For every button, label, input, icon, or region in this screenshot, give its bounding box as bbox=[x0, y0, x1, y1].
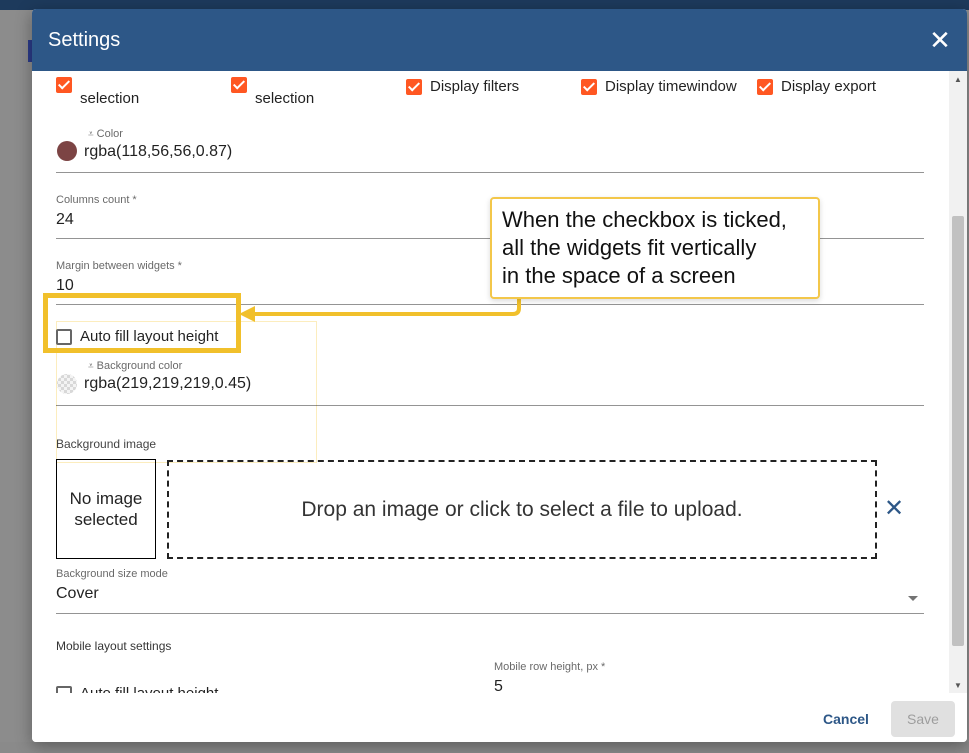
mobile-row-height-label: Mobile row height, px * bbox=[494, 661, 606, 673]
color-swatch[interactable] bbox=[57, 141, 77, 161]
scroll-down-icon[interactable]: ▼ bbox=[954, 681, 962, 690]
scrollbar-thumb[interactable] bbox=[952, 216, 964, 646]
display-filters-option[interactable]: Display filters bbox=[406, 76, 519, 98]
display-export-option[interactable]: Display export bbox=[757, 76, 876, 98]
display-timewindow-option[interactable]: Display timewindow bbox=[581, 76, 737, 98]
callout-line-1: When the checkbox is ticked, bbox=[502, 207, 787, 232]
chevron-down-icon[interactable] bbox=[908, 596, 918, 601]
auto-fill-layout-height-option[interactable]: Auto fill layout height bbox=[56, 326, 218, 348]
display-option-label: selection bbox=[255, 90, 315, 107]
background-image-label: Background image bbox=[56, 437, 157, 451]
display-option-label: selection bbox=[80, 90, 140, 107]
background-size-mode-select[interactable]: Background size mode Cover bbox=[56, 568, 924, 614]
display-filters-label: Display filters bbox=[430, 78, 520, 95]
checkbox-checked-icon[interactable] bbox=[231, 77, 247, 93]
checkbox-checked-icon[interactable] bbox=[757, 79, 773, 95]
clear-image-icon[interactable]: ✕ bbox=[884, 496, 904, 522]
checkbox-checked-icon[interactable] bbox=[581, 79, 597, 95]
no-image-preview: No image selected bbox=[56, 459, 156, 559]
tour-callout: When the checkbox is ticked, all the wid… bbox=[490, 197, 820, 299]
background-color-field[interactable]: ⩡ Background color rgba(219,219,219,0.45) bbox=[56, 360, 924, 406]
background-size-mode-value: Cover bbox=[56, 585, 99, 602]
image-drop-zone[interactable]: Drop an image or click to select a file … bbox=[167, 460, 877, 559]
dialog-title: Settings bbox=[48, 28, 121, 51]
settings-dialog: Settings ✕ selection selection Display f… bbox=[32, 9, 967, 742]
checkbox-unchecked-icon[interactable] bbox=[56, 686, 72, 693]
background-size-mode-label: Background size mode bbox=[56, 568, 168, 580]
callout-arrow bbox=[239, 292, 521, 322]
display-option-1[interactable]: selection bbox=[56, 71, 139, 110]
format-color-icon: ⩡ bbox=[88, 129, 94, 140]
display-option-2[interactable]: selection bbox=[231, 71, 314, 110]
callout-line-3: in the space of a screen bbox=[502, 263, 736, 288]
dialog-scrollbar[interactable]: ▲ ▼ bbox=[949, 71, 967, 693]
display-timewindow-label: Display timewindow bbox=[605, 78, 737, 95]
checkbox-checked-icon[interactable] bbox=[406, 79, 422, 95]
mobile-auto-fill-option[interactable]: Auto fill layout height bbox=[56, 683, 218, 693]
cancel-button[interactable]: Cancel bbox=[806, 701, 886, 737]
background-color-swatch[interactable] bbox=[57, 374, 77, 394]
background-color-label: Background color bbox=[96, 360, 183, 372]
display-export-label: Display export bbox=[781, 78, 877, 95]
dialog-header: Settings ✕ bbox=[32, 9, 967, 71]
checkbox-unchecked-icon[interactable] bbox=[56, 329, 72, 345]
background-app-bottom bbox=[0, 742, 969, 753]
format-color-icon: ⩡ bbox=[88, 361, 94, 372]
background-app-sidebar bbox=[0, 10, 30, 753]
color-field[interactable]: ⩡ Color rgba(118,56,56,0.87) bbox=[56, 128, 924, 173]
background-color-value: rgba(219,219,219,0.45) bbox=[84, 375, 252, 392]
close-icon[interactable]: ✕ bbox=[927, 27, 953, 53]
mobile-auto-fill-label: Auto fill layout height bbox=[80, 683, 218, 693]
scroll-up-icon[interactable]: ▲ bbox=[954, 75, 962, 84]
mobile-layout-settings-label: Mobile layout settings bbox=[56, 639, 172, 653]
color-value: rgba(118,56,56,0.87) bbox=[84, 143, 233, 160]
auto-fill-label: Auto fill layout height bbox=[80, 328, 219, 345]
checkbox-checked-icon[interactable] bbox=[56, 77, 72, 93]
callout-line-2: all the widgets fit vertically bbox=[502, 235, 757, 260]
dialog-footer: Cancel Save bbox=[32, 693, 967, 742]
save-button[interactable]: Save bbox=[891, 701, 955, 737]
mobile-row-height-field[interactable]: Mobile row height, px * 5 bbox=[494, 661, 924, 693]
dialog-content: selection selection Display filters Disp… bbox=[32, 71, 967, 693]
mobile-row-height-input[interactable]: 5 bbox=[494, 678, 924, 693]
color-label: Color bbox=[96, 128, 123, 140]
